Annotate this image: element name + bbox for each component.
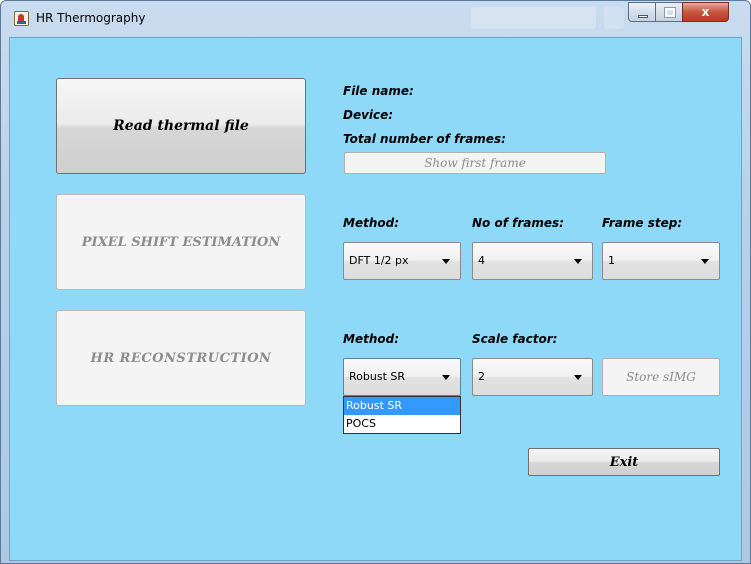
minimize-icon <box>638 15 648 18</box>
exit-button[interactable]: Exit <box>528 448 720 476</box>
title-bar[interactable]: HR Thermography x <box>1 1 750 37</box>
reconstruction-method-value: Robust SR <box>349 370 405 383</box>
shift-method-value: DFT 1/2 px <box>349 254 409 267</box>
scale-factor-value: 2 <box>478 370 485 383</box>
frames-count-label: No of frames: <box>472 216 564 230</box>
reconstruction-method-select[interactable]: Robust SR <box>343 358 461 396</box>
total-frames-label: Total number of frames: <box>343 132 506 146</box>
close-button[interactable]: x <box>682 2 729 22</box>
shift-method-select[interactable]: DFT 1/2 px <box>343 242 461 280</box>
java-app-icon <box>14 11 29 26</box>
chevron-down-icon <box>442 375 450 380</box>
window-title: HR Thermography <box>36 11 146 25</box>
shift-method-label: Method: <box>343 216 399 230</box>
chevron-down-icon <box>574 259 582 264</box>
scale-factor-select[interactable]: 2 <box>472 358 593 396</box>
file-name-label: File name: <box>343 84 414 98</box>
reconstruction-method-label: Method: <box>343 332 399 346</box>
dropdown-option-pocs[interactable]: POCS <box>344 415 460 433</box>
frames-count-select[interactable]: 4 <box>472 242 593 280</box>
application-window: HR Thermography x Read thermal file File… <box>0 0 751 564</box>
dropdown-option-robust-sr[interactable]: Robust SR <box>344 397 460 415</box>
background-taskbar-ghost <box>471 7 596 29</box>
store-simg-button[interactable]: Store sIMG <box>602 358 720 396</box>
frames-count-value: 4 <box>478 254 485 267</box>
minimize-button[interactable] <box>628 2 656 22</box>
hr-reconstruction-button[interactable]: HR RECONSTRUCTION <box>56 310 306 406</box>
device-label: Device: <box>343 108 394 122</box>
main-panel: Read thermal file File name: Device: Tot… <box>9 37 742 561</box>
reconstruction-method-dropdown: Robust SR POCS <box>343 396 461 434</box>
chevron-down-icon <box>574 375 582 380</box>
frame-step-value: 1 <box>608 254 615 267</box>
show-first-frame-button[interactable]: Show first frame <box>344 152 606 174</box>
frame-step-label: Frame step: <box>602 216 683 230</box>
frame-step-select[interactable]: 1 <box>602 242 720 280</box>
pixel-shift-estimation-button[interactable]: PIXEL SHIFT ESTIMATION <box>56 194 306 290</box>
read-thermal-file-button[interactable]: Read thermal file <box>56 78 306 174</box>
scale-factor-label: Scale factor: <box>472 332 558 346</box>
background-taskbar-ghost-2 <box>604 7 624 29</box>
chevron-down-icon <box>701 259 709 264</box>
chevron-down-icon <box>442 259 450 264</box>
maximize-button[interactable] <box>655 2 683 22</box>
maximize-icon <box>664 7 676 18</box>
close-icon: x <box>701 5 710 19</box>
